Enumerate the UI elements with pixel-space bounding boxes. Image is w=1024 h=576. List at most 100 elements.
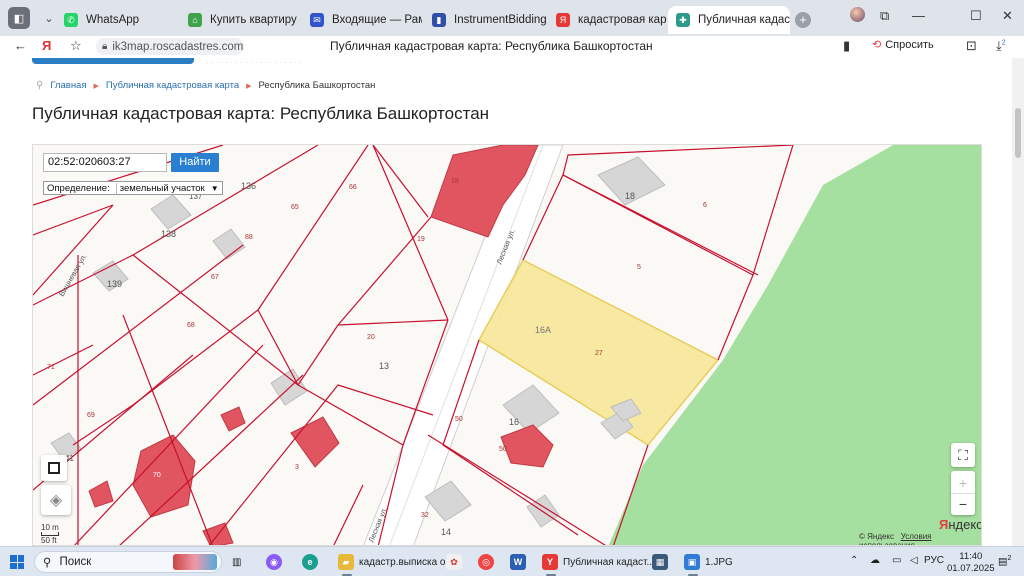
page-scrollbar[interactable] (1012, 58, 1024, 546)
task-view-icon[interactable]: ▥ (232, 553, 241, 571)
edge-icon[interactable]: e (302, 553, 318, 571)
label-20: 20 (367, 334, 375, 341)
tray-network-icon[interactable]: ▭ (892, 555, 901, 566)
url-field[interactable]: 🔒︎ ik3map.roscadastres.com (96, 38, 244, 55)
cadastral-map[interactable]: 136 137 66 65 138 88 139 67 68 71 69 41 … (32, 144, 982, 546)
map-attribution: © Яндекс Условия использования (859, 532, 981, 545)
copilot-icon[interactable]: ◉ (266, 553, 282, 571)
tab-kupit-kvartiru[interactable]: ⌂ Купить квартиру во вт (180, 6, 300, 34)
tray-chevron-icon[interactable]: ⌃ (850, 555, 858, 566)
label-139: 139 (107, 279, 122, 289)
tab-whatsapp[interactable]: ✆ WhatsApp (56, 6, 178, 34)
label-50b: 50 (499, 446, 507, 453)
building-red-50 (500, 424, 554, 468)
square-select-icon (48, 462, 60, 474)
mail-icon: ✉ (310, 13, 324, 27)
building-red-small-a (220, 406, 246, 432)
label-138: 138 (161, 229, 176, 239)
paint-icon[interactable]: ✿ (446, 553, 462, 571)
cadastral-number-input[interactable]: 02:52:020603:27 (43, 153, 167, 172)
chrome-icon[interactable]: ◎ (478, 553, 494, 571)
scrollbar-thumb[interactable] (1015, 108, 1021, 158)
breadcrumb-home[interactable]: Главная (50, 80, 86, 91)
definition-select[interactable]: Определение: земельный участок ▼ (43, 181, 223, 195)
layers-button[interactable]: ◈ (41, 485, 71, 515)
collections-icon[interactable]: ⧉ (880, 8, 889, 24)
ask-button[interactable]: ⟲ Спросить (872, 38, 934, 52)
search-highlight-icon (173, 554, 217, 570)
zoom-out-button[interactable]: − (951, 493, 975, 513)
scale-feet: 50 ft (41, 536, 57, 545)
label-50a: 50 (455, 416, 463, 423)
whatsapp-icon: ✆ (64, 13, 78, 27)
tab-active-kadastr[interactable]: ✚ Публичная кадастр ✕ (668, 6, 790, 34)
page-title: Публичная кадастровая карта: Республика … (32, 104, 490, 123)
map-canvas[interactable]: 136 137 66 65 138 88 139 67 68 71 69 41 … (33, 145, 982, 546)
breadcrumb-current: Республика Башкортостан (258, 80, 376, 91)
breadcrumb-separator-icon: ▶ (93, 82, 99, 90)
tab-label: Входящие — Рамблер (332, 14, 422, 26)
clock-date: 01.07.2025 (947, 563, 995, 574)
system-clock[interactable]: 11:40 01.07.2025 (947, 551, 995, 575)
breadcrumb-separator-icon: ▶ (246, 82, 252, 90)
building-red-3 (290, 416, 340, 468)
yandex-browser-icon[interactable]: Я (42, 38, 51, 53)
layers-icon: ◈ (49, 492, 63, 509)
yandex-logo-rest: ндекс (948, 517, 982, 532)
label-6: 6 (703, 202, 707, 209)
calculator-icon[interactable]: ▦ (652, 553, 668, 571)
search-icon: ⚲ (43, 557, 52, 569)
folder-icon: ▰ (338, 554, 354, 570)
tab-label: кадастровая карта по (578, 14, 666, 26)
bookmark-icon[interactable]: ▮ (843, 38, 850, 54)
label-68: 68 (187, 322, 195, 329)
find-button[interactable]: Найти (171, 153, 219, 172)
back-arrow-icon[interactable]: ← (14, 38, 27, 53)
downloads-badge: 2 (1001, 39, 1006, 47)
notifications-icon[interactable]: ▤2 (998, 555, 1011, 567)
maximize-icon[interactable]: ☐ (970, 8, 982, 24)
tray-cloud-icon[interactable]: ☁ (870, 555, 880, 566)
taskbar-app-explorer[interactable]: ▰ кадастр.выписка о... (338, 553, 454, 576)
label-32: 32 (421, 512, 429, 519)
tab-actions-icon[interactable]: ◧ (8, 7, 30, 29)
tab-instrumentbidding[interactable]: ▮ InstrumentBidding (424, 6, 546, 34)
breadcrumb: ⚲ Главная ▶ Публичная кадастровая карта … (36, 80, 375, 91)
zoom-in-button[interactable]: + (959, 473, 967, 493)
sidebar-icon[interactable]: ⊡ (966, 38, 977, 54)
top-banner[interactable] (32, 58, 194, 64)
taskbar: ⚲ Поиск ▥ ◉ e ▰ кадастр.выписка о... ✿ ◎… (0, 546, 1024, 576)
bookmark-star-icon[interactable]: ☆ (70, 38, 82, 54)
label-14: 14 (441, 527, 451, 537)
label-19: 19 (417, 236, 425, 243)
copyright-text: © Яндекс (859, 532, 895, 541)
language-indicator[interactable]: РУС (924, 555, 944, 566)
label-5: 5 (637, 264, 641, 271)
taskbar-search[interactable]: ⚲ Поиск (34, 551, 222, 573)
close-window-icon[interactable]: ✕ (1002, 8, 1013, 24)
breadcrumb-parent[interactable]: Публичная кадастровая карта (106, 80, 239, 91)
chevron-down-icon: ▼ (210, 183, 219, 193)
taskbar-app-photos[interactable]: ▣ 1.JPG (684, 553, 733, 576)
tray-volume-icon[interactable]: ◁ (910, 555, 918, 566)
tab-yandex-search[interactable]: Я кадастровая карта по (548, 6, 666, 34)
profile-avatar[interactable] (850, 7, 865, 22)
tab-label: Купить квартиру во вт (210, 14, 300, 26)
label-16: 16 (509, 417, 519, 427)
cian-icon: ⌂ (188, 13, 202, 27)
minimize-icon[interactable]: — (912, 8, 925, 23)
windows-start-icon[interactable] (10, 555, 24, 569)
new-tab-button[interactable]: + (795, 12, 811, 28)
taskbar-app-browser[interactable]: Y Публичная кадаст... (542, 553, 655, 576)
label-136: 136 (241, 181, 256, 191)
tab-label: WhatsApp (86, 14, 140, 26)
definition-dropdown[interactable]: земельный участок ▼ (115, 182, 222, 194)
downloads-icon[interactable]: ⤓2 (996, 38, 1006, 54)
scale-meters: 10 m (41, 523, 59, 532)
kadastr-icon: ✚ (676, 13, 690, 27)
fullscreen-button[interactable]: ⛶ (951, 443, 975, 467)
select-area-button[interactable] (41, 455, 67, 481)
tab-rambler-mail[interactable]: ✉ Входящие — Рамблер (302, 6, 422, 34)
word-icon[interactable]: W (510, 553, 526, 571)
clock-time: 11:40 (959, 551, 983, 562)
